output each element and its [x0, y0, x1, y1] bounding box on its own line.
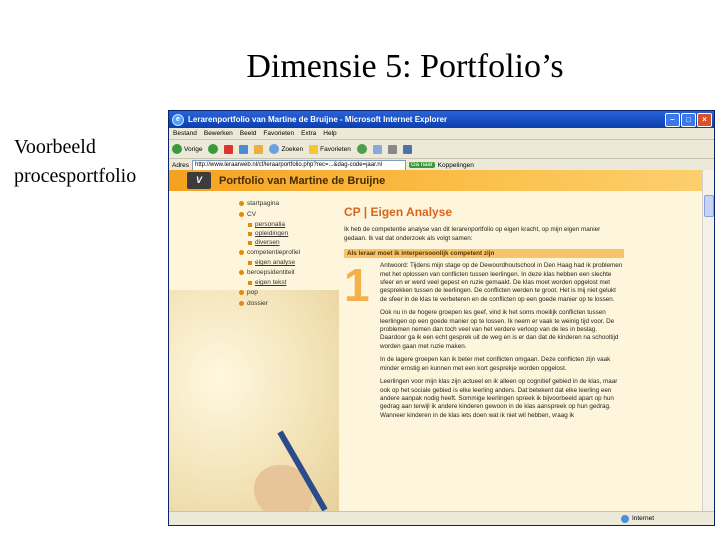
stop-icon[interactable]: [224, 144, 234, 154]
nav-item-cv[interactable]: CV: [239, 209, 335, 220]
maximize-button[interactable]: □: [681, 113, 696, 127]
side-caption: Voorbeeld procesportfolio: [14, 133, 136, 191]
side-caption-line1: Voorbeeld: [14, 136, 96, 158]
go-button[interactable]: Ga naar: [408, 162, 435, 168]
nav-sub-personalia[interactable]: personalia: [239, 220, 335, 229]
page-content: CP | Eigen Analyse Ik heb de competentie…: [344, 202, 624, 425]
nav-sub-opleidingen[interactable]: opleidingen: [239, 229, 335, 238]
answer-paragraph: Leerlingen voor mijn klas zijn actueel e…: [380, 378, 618, 419]
menu-help[interactable]: Help: [323, 130, 336, 137]
links-label[interactable]: Koppelingen: [438, 162, 474, 169]
nav-sub-label: diversen: [255, 239, 280, 246]
bullet-icon: [239, 212, 244, 217]
page-heading: CP | Eigen Analyse: [344, 205, 453, 219]
back-label: Vorige: [184, 145, 203, 153]
browser-window: e Lerarenportfolio van Martine de Bruijn…: [168, 110, 715, 526]
browser-title: Lerarenportfolio van Martine de Bruijne …: [188, 115, 448, 124]
menu-bestand[interactable]: Bestand: [173, 130, 197, 137]
nav-sub-eigen-tekst[interactable]: eigen tekst: [239, 278, 335, 287]
status-bar: Internet: [169, 511, 714, 525]
nav-label: competentieprofiel: [247, 249, 301, 256]
nav-label: dossier: [247, 300, 268, 307]
close-button[interactable]: ×: [697, 113, 712, 127]
back-arrow-icon: [172, 144, 182, 154]
scrollbar-thumb[interactable]: [704, 195, 714, 217]
answer-paragraph: Antwoord: Tijdens mijn stage op de Dewoo…: [380, 262, 623, 303]
answer-block: 1 Antwoord: Tijdens mijn stage op de Dew…: [344, 262, 624, 420]
bullet-icon: [248, 222, 252, 227]
search-label: Zoeken: [281, 145, 304, 153]
portfolio-logo: V: [187, 172, 211, 189]
answer-paragraph: In de lagere groepen kan ik beter met co…: [380, 356, 611, 372]
slide-title: Dimensie 5: Portfolio’s: [246, 48, 564, 85]
nav-sub-label: eigen tekst: [255, 279, 287, 286]
favorites-button[interactable]: Favorieten: [309, 144, 351, 154]
answer-text: Antwoord: Tijdens mijn stage op de Dewoo…: [380, 262, 624, 420]
nav-sub-eigen-analyse[interactable]: eigen analyse: [239, 258, 335, 267]
refresh-icon[interactable]: [239, 144, 249, 154]
portfolio-nav: startpagina CV personalia opleidingen di…: [239, 198, 335, 309]
portfolio-banner: V Portfolio van Martine de Bruijne: [169, 170, 714, 191]
search-icon: [269, 144, 280, 154]
section-number: 1: [344, 259, 370, 312]
address-label: Adres: [172, 161, 189, 169]
bullet-icon: [239, 201, 244, 206]
forward-arrow-icon[interactable]: [208, 144, 219, 154]
globe-icon: [620, 514, 629, 523]
bullet-icon: [239, 301, 244, 306]
section-title: Als leraar moet ik interpersoonlijk comp…: [344, 249, 624, 259]
nav-sub-label: opleidingen: [255, 230, 289, 237]
intro-text: Ik heb de competentie analyse van dit le…: [344, 226, 601, 242]
back-button[interactable]: Vorige: [172, 144, 202, 154]
bullet-icon: [248, 280, 252, 285]
bullet-icon: [248, 260, 252, 265]
page-viewport: V Portfolio van Martine de Bruijne start…: [169, 170, 714, 520]
bullet-icon: [239, 290, 244, 295]
minimize-button[interactable]: –: [665, 113, 680, 127]
nav-label: pop: [247, 289, 258, 296]
nav-label: CV: [247, 211, 257, 218]
menu-bar: Bestand Bewerken Beeld Favorieten Extra …: [169, 128, 714, 140]
internet-explorer-icon: e: [172, 113, 184, 126]
nav-sub-diversen[interactable]: diversen: [239, 238, 335, 247]
mail-icon[interactable]: [372, 144, 382, 154]
edit-icon[interactable]: [402, 144, 412, 154]
nav-item-dossier[interactable]: dossier: [239, 298, 335, 309]
bullet-icon: [239, 250, 244, 255]
star-icon: [309, 144, 319, 154]
search-button[interactable]: Zoeken: [269, 144, 303, 154]
browser-toolbar: Vorige Zoeken Favorieten: [169, 140, 714, 159]
bullet-icon: [248, 231, 252, 236]
nav-item-startpagina[interactable]: startpagina: [239, 198, 335, 209]
menu-beeld[interactable]: Beeld: [240, 130, 257, 137]
nav-item-pop[interactable]: pop: [239, 287, 335, 298]
print-icon[interactable]: [387, 144, 397, 154]
window-controls: – □ ×: [665, 113, 712, 127]
nav-item-competentieprofiel[interactable]: competentieprofiel: [239, 247, 335, 258]
browser-titlebar: e Lerarenportfolio van Martine de Bruijn…: [169, 111, 714, 128]
vertical-scrollbar[interactable]: [702, 170, 714, 511]
bullet-icon: [239, 270, 244, 275]
nav-sub-label: personalia: [255, 221, 285, 228]
menu-favorieten[interactable]: Favorieten: [263, 130, 294, 137]
favorites-label: Favorieten: [320, 145, 351, 153]
history-icon[interactable]: [356, 144, 367, 154]
nav-label: startpagina: [247, 200, 280, 207]
side-caption-line2: procesportfolio: [14, 165, 137, 187]
nav-label: beroepsidentiteit: [247, 269, 295, 276]
menu-extra[interactable]: Extra: [301, 130, 316, 137]
answer-paragraph: Ook nu in de hogere groepen les geef, vi…: [380, 309, 619, 350]
banner-title: Portfolio van Martine de Bruijne: [219, 174, 386, 187]
bullet-icon: [248, 240, 252, 245]
writing-hand-image: [169, 290, 339, 511]
status-zone: Internet: [631, 515, 654, 522]
address-input[interactable]: http://www.leraarweb.nl/cf/leraarportfol…: [191, 159, 406, 171]
home-icon[interactable]: [254, 144, 264, 154]
nav-item-beroepsidentiteit[interactable]: beroepsidentiteit: [239, 267, 335, 278]
menu-bewerken[interactable]: Bewerken: [204, 130, 233, 137]
nav-sub-label: eigen analyse: [255, 259, 296, 266]
